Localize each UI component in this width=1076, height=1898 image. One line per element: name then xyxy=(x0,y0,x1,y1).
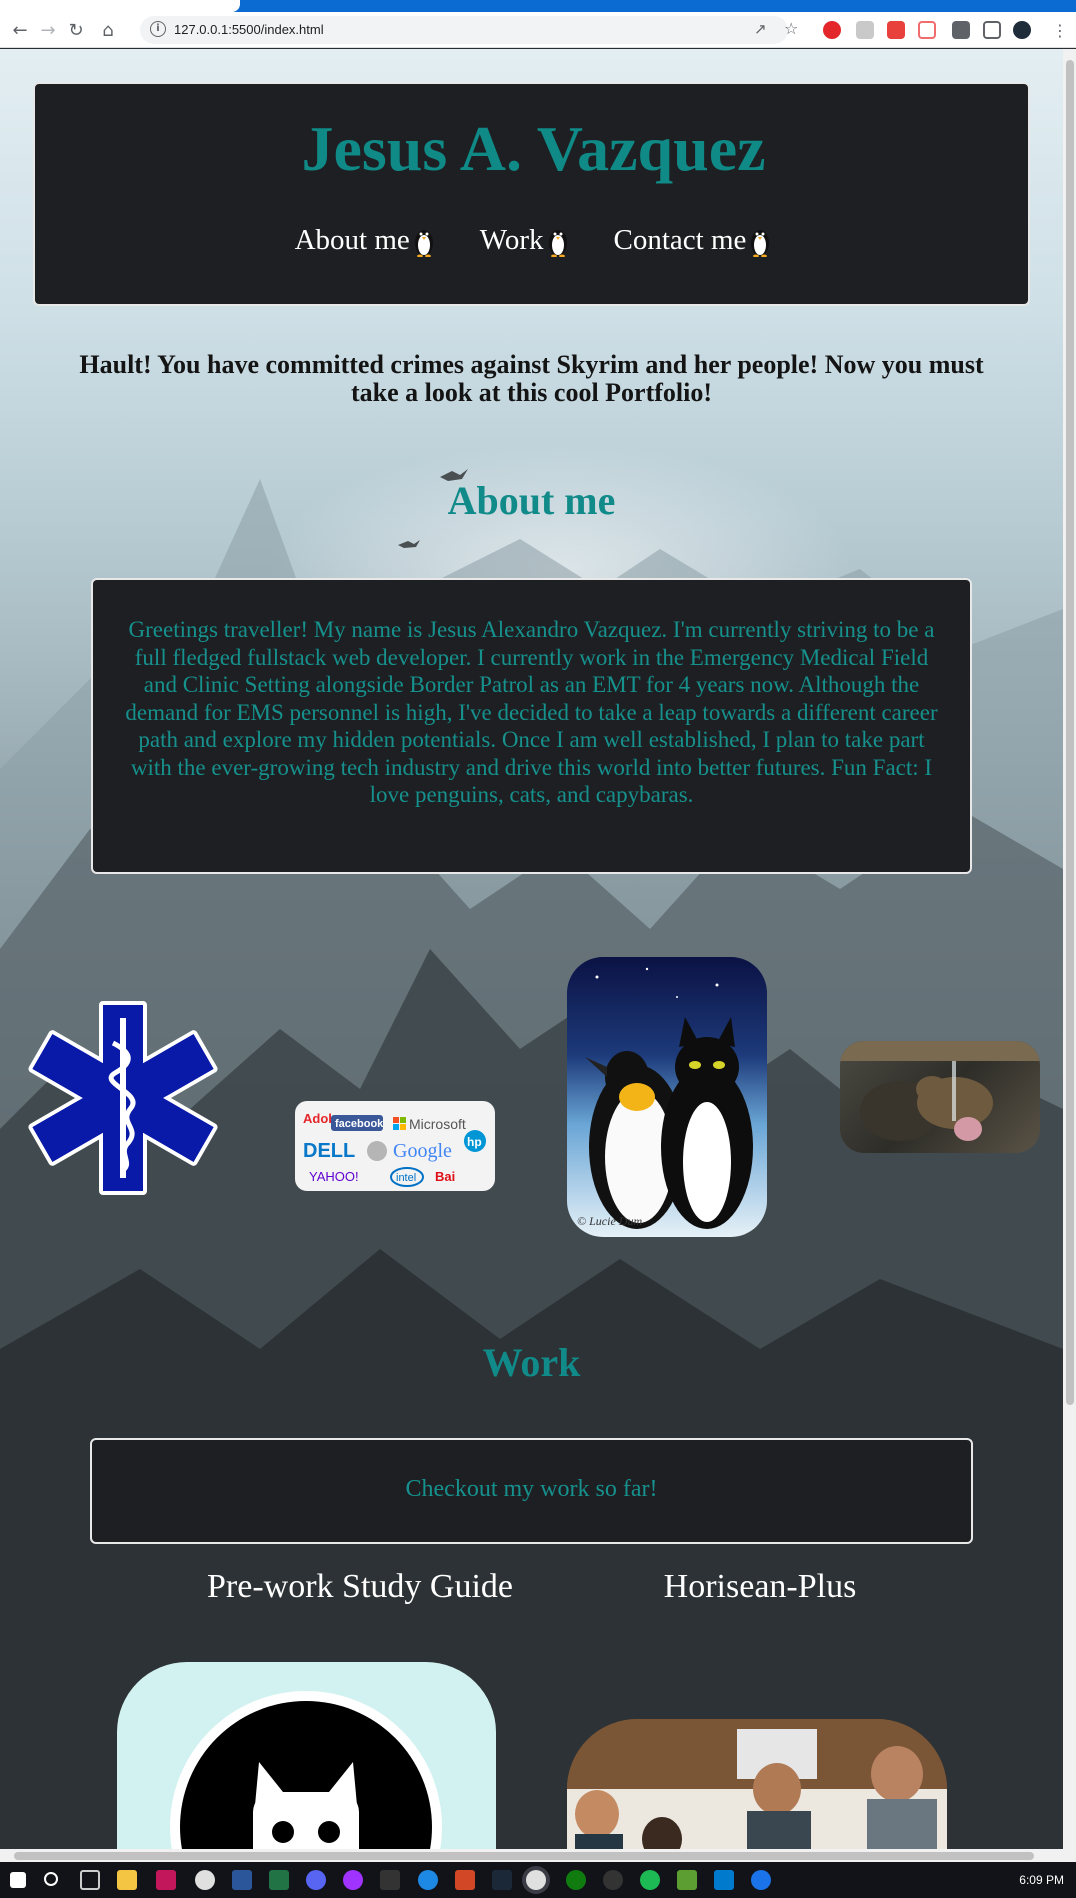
nav-contact-me-label: Contact me xyxy=(613,224,747,256)
chrome-icon[interactable] xyxy=(195,1870,215,1890)
powerpoint-icon[interactable] xyxy=(455,1870,475,1890)
tech-companies-logos: Adobe facebook Microsoft DELL Google hp … xyxy=(295,1101,495,1191)
side-panel-icon[interactable] xyxy=(983,21,1001,39)
nav-work-label: Work xyxy=(479,224,544,256)
svg-text:intel: intel xyxy=(396,1172,416,1184)
about-body: Greetings traveller! My name is Jesus Al… xyxy=(125,617,938,807)
svg-text:YAHOO!: YAHOO! xyxy=(309,1169,359,1184)
horizontal-scrollbar-thumb[interactable] xyxy=(14,1852,1034,1860)
puzzle-extensions-icon[interactable] xyxy=(952,21,970,39)
taskbar-clock[interactable]: 6:09 PM xyxy=(1019,1873,1064,1887)
work-heading: Work xyxy=(482,1340,581,1385)
extension-icon[interactable] xyxy=(887,21,905,39)
forward-arrow-icon[interactable]: → xyxy=(34,16,62,44)
epic-games-icon[interactable] xyxy=(380,1870,400,1890)
discord-icon[interactable] xyxy=(306,1870,326,1890)
penguin-icon xyxy=(548,229,567,257)
reload-icon[interactable]: ↻ xyxy=(62,16,90,44)
app-icon[interactable] xyxy=(603,1870,623,1890)
minecraft-icon[interactable] xyxy=(677,1870,697,1890)
project-image-study-guide[interactable] xyxy=(117,1662,496,1849)
nav-contact-me[interactable]: Contact me xyxy=(614,224,773,257)
address-url[interactable]: 127.0.0.1:5500/index.html xyxy=(174,22,324,37)
star-of-life-icon xyxy=(28,1001,218,1195)
recorder-extension-icon[interactable] xyxy=(918,21,936,39)
profile-avatar[interactable] xyxy=(1013,21,1031,39)
translate-extension-icon[interactable] xyxy=(856,21,874,39)
search-icon[interactable] xyxy=(44,1872,58,1886)
xbox-icon[interactable] xyxy=(566,1870,586,1890)
intro-text: Hault! You have committed crimes against… xyxy=(79,350,984,407)
address-bar[interactable]: i 127.0.0.1:5500/index.html ↗ ☆ xyxy=(140,16,798,44)
active-browser-tab[interactable] xyxy=(0,0,240,12)
windows-taskbar: 6:09 PM xyxy=(0,1862,1076,1898)
about-card: Greetings traveller! My name is Jesus Al… xyxy=(91,578,972,874)
site-header: Jesus A. Vazquez About me Work Contact m… xyxy=(33,82,1030,306)
messenger-icon[interactable] xyxy=(343,1870,363,1890)
bookmark-star-icon[interactable]: ☆ xyxy=(784,19,798,38)
browser-toolbar: ← → ↻ ⌂ i 127.0.0.1:5500/index.html ↗ ☆ … xyxy=(0,12,1076,48)
penguin-icon xyxy=(414,229,433,257)
back-arrow-icon[interactable]: ← xyxy=(6,16,34,44)
word-icon[interactable] xyxy=(232,1870,252,1890)
app-icon[interactable] xyxy=(751,1870,771,1890)
project-image-horisean[interactable] xyxy=(567,1719,947,1849)
svg-text:Microsoft: Microsoft xyxy=(409,1116,466,1132)
excel-icon[interactable] xyxy=(269,1870,289,1890)
steam-icon[interactable] xyxy=(492,1870,512,1890)
app-icon[interactable] xyxy=(418,1870,438,1890)
work-intro: Checkout my work so far! xyxy=(405,1476,658,1502)
capybara-photo xyxy=(840,1041,1040,1153)
vertical-scrollbar-thumb[interactable] xyxy=(1066,60,1074,1405)
file-explorer-icon[interactable] xyxy=(117,1870,137,1890)
nav-about-me[interactable]: About me xyxy=(295,224,436,257)
site-info-icon[interactable]: i xyxy=(150,21,166,37)
windows-start-icon[interactable] xyxy=(10,1872,26,1888)
nav-work[interactable]: Work xyxy=(480,224,570,257)
about-heading: About me xyxy=(447,478,616,523)
work-card: Checkout my work so far! xyxy=(90,1438,973,1544)
svg-text:© Lucie Dum: © Lucie Dum xyxy=(577,1214,642,1228)
svg-text:Google: Google xyxy=(393,1140,452,1162)
adblock-extension-icon[interactable] xyxy=(823,21,841,39)
project-title-study-guide[interactable]: Pre-work Study Guide xyxy=(170,1568,550,1606)
svg-text:DELL: DELL xyxy=(303,1140,355,1162)
app-icon[interactable] xyxy=(156,1870,176,1890)
chrome-active-icon[interactable] xyxy=(526,1870,546,1890)
home-icon[interactable]: ⌂ xyxy=(94,16,122,44)
penguin-icon xyxy=(751,229,770,257)
spotify-icon[interactable] xyxy=(640,1870,660,1890)
vscode-icon[interactable] xyxy=(714,1870,734,1890)
svg-text:facebook: facebook xyxy=(335,1118,384,1130)
nav-about-me-label: About me xyxy=(294,224,410,256)
svg-text:hp: hp xyxy=(467,1135,482,1149)
project-title-horisean[interactable]: Horisean-Plus xyxy=(600,1568,920,1606)
menu-kebab-icon[interactable]: ⋮ xyxy=(1046,16,1074,44)
svg-text:Bai: Bai xyxy=(435,1169,455,1184)
share-icon[interactable]: ↗ xyxy=(754,20,767,38)
site-title: Jesus A. Vazquez xyxy=(301,113,766,184)
main-nav: About me Work Contact me xyxy=(35,224,1032,257)
page-viewport: Jesus A. Vazquez About me Work Contact m… xyxy=(0,49,1063,1849)
task-view-icon[interactable] xyxy=(80,1870,100,1890)
penguin-and-cat-painting: © Lucie Dum xyxy=(567,957,767,1237)
